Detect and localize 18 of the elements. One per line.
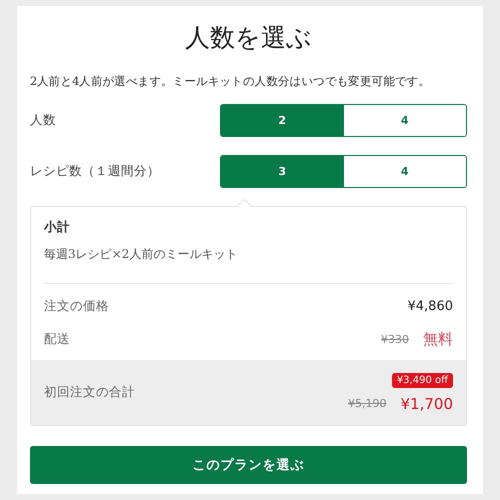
option-button[interactable]: 3 xyxy=(221,156,344,187)
total-price: ¥1,700 xyxy=(400,394,453,412)
price-value: ¥4,860 xyxy=(408,299,453,314)
description-text: 2人前と4人前が選べます。ミールキットの人数分はいつでも変更可能です。 xyxy=(30,74,432,89)
option-button[interactable]: 2 xyxy=(221,105,344,136)
plan-text: 毎週3レシピ×2人前のミールキット xyxy=(44,246,238,263)
subtotal-heading: 小計 xyxy=(44,219,71,236)
total-label: 初回注文の合計 xyxy=(44,384,135,401)
old-price: ¥330 xyxy=(381,333,409,346)
old-price: ¥5,190 xyxy=(348,397,386,410)
choose-plan-button[interactable]: このプランを選ぶ xyxy=(30,446,467,484)
discount-badge: ¥3,490 off xyxy=(392,372,453,388)
price-label: 配送 xyxy=(44,331,70,348)
price-label: 注文の価格 xyxy=(44,298,109,315)
selector-label: 人数 xyxy=(30,112,56,129)
price-value: 無料 xyxy=(423,330,453,349)
page-title: 人数を選ぶ xyxy=(184,22,313,54)
selector-label: レシピ数（１週間分） xyxy=(30,163,160,180)
